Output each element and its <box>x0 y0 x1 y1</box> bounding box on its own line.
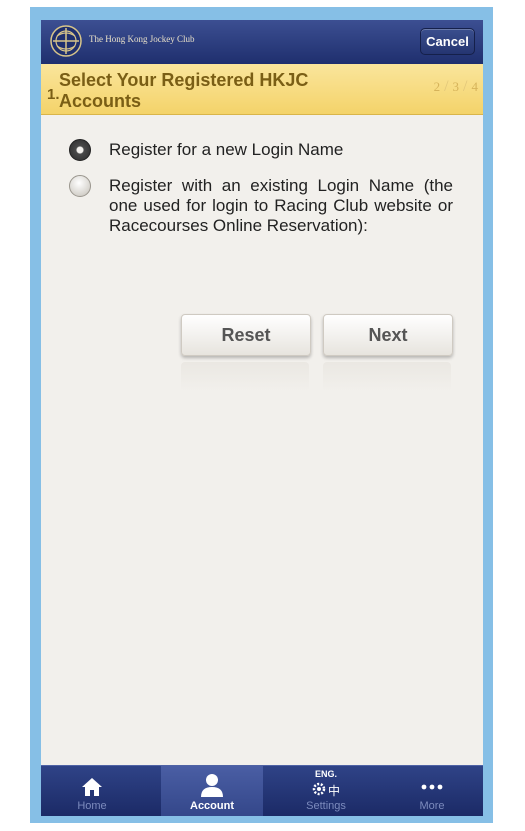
tab-label: More <box>419 800 445 812</box>
tab-home[interactable]: Home <box>41 766 143 816</box>
app-screen: The Hong Kong Jockey Club Cancel 1. Sele… <box>41 20 483 816</box>
cancel-button[interactable]: Cancel <box>420 28 475 55</box>
logo-text: The Hong Kong Jockey Club <box>89 34 195 44</box>
next-button-reflection <box>323 362 451 392</box>
step-number: 1. <box>47 86 60 103</box>
tab-settings[interactable]: ENG. 中 Settings <box>275 766 377 816</box>
more-dots-icon <box>381 772 483 798</box>
step-divider: / <box>463 78 469 95</box>
step-indicator: 2 <box>433 79 442 94</box>
step-indicator: 3 <box>452 79 461 94</box>
tab-account[interactable]: Account <box>161 766 263 816</box>
step-indicator: 4 <box>471 79 479 94</box>
option-existing-login[interactable]: Register with an existing Login Name (th… <box>41 172 483 278</box>
radio-existing-login[interactable] <box>69 175 91 197</box>
person-icon <box>161 772 263 798</box>
option-label: Register with an existing Login Name (th… <box>109 176 453 235</box>
step-header: 1. Select Your Registered HKJC Accounts … <box>41 64 483 115</box>
radio-new-login[interactable] <box>69 139 91 161</box>
reset-button[interactable]: Reset <box>181 314 311 356</box>
option-label: Register for a new Login Name <box>109 140 344 159</box>
hkjc-logo-icon <box>49 24 83 58</box>
tab-bar: Home Account ENG. 中 Settings More <box>41 765 483 816</box>
top-bar: The Hong Kong Jockey Club Cancel <box>41 20 483 64</box>
tab-label: Home <box>77 800 107 812</box>
next-button[interactable]: Next <box>323 314 453 356</box>
tab-more[interactable]: More <box>381 766 483 816</box>
home-icon <box>41 772 143 798</box>
tab-label: Account <box>190 800 234 812</box>
chinese-language-glyph: 中 <box>327 784 340 798</box>
tab-label: Settings <box>306 800 346 812</box>
step-divider: / <box>444 78 450 95</box>
step-title: Select Your Registered HKJC Accounts <box>59 70 309 111</box>
reset-button-reflection <box>181 362 309 392</box>
language-badge: ENG. <box>314 769 337 779</box>
step-indicators: 2/3/4 <box>434 78 479 96</box>
option-new-login[interactable]: Register for a new Login Name <box>41 138 483 164</box>
